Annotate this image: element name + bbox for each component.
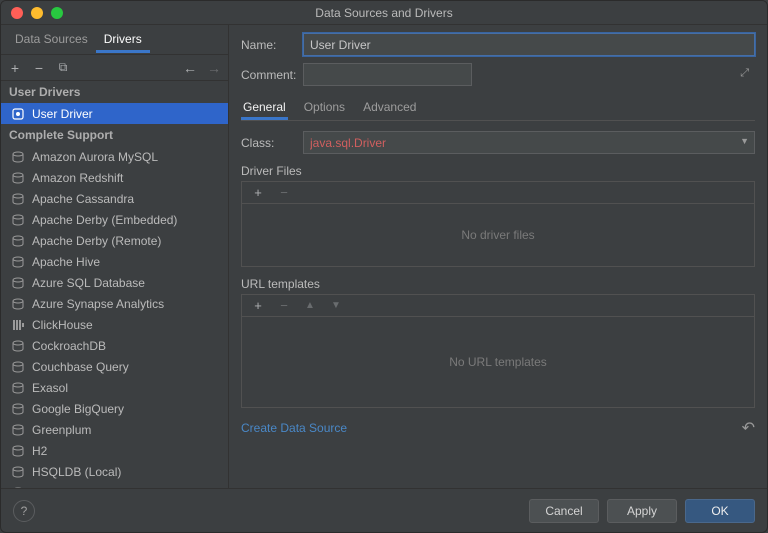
comment-label: Comment: <box>241 68 303 82</box>
ok-button[interactable]: OK <box>685 499 755 523</box>
tab-general[interactable]: General <box>241 95 288 120</box>
sidebar-toolbar: + − ⧉ ← → <box>1 55 228 81</box>
tree-item-label: Azure Synapse Analytics <box>32 297 164 311</box>
class-combo[interactable] <box>303 131 755 154</box>
window-title: Data Sources and Drivers <box>1 6 767 20</box>
tree-item-label: CockroachDB <box>32 339 106 353</box>
tree-item[interactable]: Amazon Aurora MySQL <box>1 146 228 167</box>
tree-item[interactable]: Apache Hive <box>1 251 228 272</box>
tree-item-label: HSQLDB (Local) <box>32 465 121 479</box>
driver-files-empty: No driver files <box>242 204 754 266</box>
revert-icon[interactable]: ↶ <box>742 418 755 438</box>
name-input[interactable] <box>303 33 755 56</box>
remove-template-icon: − <box>276 298 292 313</box>
tree-item[interactable]: Google BigQuery <box>1 398 228 419</box>
tree-item-label: Azure SQL Database <box>32 276 145 290</box>
sidebar-tabs: Data Sources Drivers <box>1 25 228 55</box>
azure-icon <box>11 297 25 311</box>
tree-item-label: Apache Cassandra <box>32 192 134 206</box>
tree-item[interactable]: HSQLDB (Local) <box>1 461 228 482</box>
tree-item[interactable]: Azure SQL Database <box>1 272 228 293</box>
derby-icon <box>11 213 25 227</box>
tab-advanced[interactable]: Advanced <box>361 95 418 120</box>
cassandra-icon <box>11 192 25 206</box>
couchbase-icon <box>11 360 25 374</box>
tree-item-label: H2 <box>32 444 47 458</box>
url-templates-panel: + − ▲ ▼ No URL templates <box>241 294 755 408</box>
tree-item-label: Amazon Redshift <box>32 171 123 185</box>
forward-icon: → <box>206 60 222 76</box>
titlebar: Data Sources and Drivers <box>1 1 767 25</box>
tree-item-label: Apache Derby (Remote) <box>32 234 161 248</box>
tree-item-label: Google BigQuery <box>32 402 124 416</box>
h2-icon <box>11 444 25 458</box>
tree-item[interactable]: CockroachDB <box>1 335 228 356</box>
tree-item[interactable]: Couchbase Query <box>1 356 228 377</box>
tab-data-sources[interactable]: Data Sources <box>7 26 96 53</box>
bigquery-icon <box>11 402 25 416</box>
tree-item[interactable]: Apache Derby (Embedded) <box>1 209 228 230</box>
add-file-icon[interactable]: + <box>250 185 266 200</box>
tree-item-label: Greenplum <box>32 423 91 437</box>
sidebar: Data Sources Drivers + − ⧉ ← → User Driv… <box>1 25 229 488</box>
tree-item[interactable]: Exasol <box>1 377 228 398</box>
tree-item-label: User Driver <box>32 107 93 121</box>
main-panel: Name: Comment: ⤢ General Options Advance… <box>229 25 767 488</box>
hsqldb-icon <box>11 465 25 479</box>
add-template-icon[interactable]: + <box>250 298 266 313</box>
apply-button[interactable]: Apply <box>607 499 677 523</box>
tree-item-label: Apache Derby (Embedded) <box>32 213 177 227</box>
tree-group-header: Complete Support <box>1 124 228 146</box>
tree-item-label: ClickHouse <box>32 318 93 332</box>
driver-tree: User Drivers User Driver Complete Support A… <box>1 81 228 488</box>
hive-icon <box>11 255 25 269</box>
remove-file-icon: − <box>276 185 292 200</box>
add-icon[interactable]: + <box>7 60 23 76</box>
url-templates-empty: No URL templates <box>242 317 754 407</box>
tab-options[interactable]: Options <box>302 95 347 120</box>
class-label: Class: <box>241 136 303 150</box>
tree-item[interactable]: ClickHouse <box>1 314 228 335</box>
footer: ? Cancel Apply OK <box>1 488 767 532</box>
tree-item-label: Apache Hive <box>32 255 100 269</box>
tree-item[interactable]: H2 <box>1 440 228 461</box>
back-icon[interactable]: ← <box>182 60 198 76</box>
tree-item-label: Couchbase Query <box>32 360 129 374</box>
greenplum-icon <box>11 423 25 437</box>
tree-item[interactable]: Greenplum <box>1 419 228 440</box>
move-down-icon: ▼ <box>328 300 344 311</box>
tree-item-label: Amazon Aurora MySQL <box>32 150 158 164</box>
remove-icon[interactable]: − <box>31 60 47 76</box>
move-up-icon: ▲ <box>302 300 318 311</box>
duplicate-icon[interactable]: ⧉ <box>55 60 71 75</box>
aurora-icon <box>11 150 25 164</box>
clickhouse-icon <box>11 318 25 332</box>
tab-drivers[interactable]: Drivers <box>96 26 150 53</box>
tree-group-header: User Drivers <box>1 81 228 103</box>
azure-icon <box>11 276 25 290</box>
driver-files-panel: + − No driver files <box>241 181 755 267</box>
driver-icon <box>11 107 25 121</box>
derby-icon <box>11 234 25 248</box>
create-data-source-link[interactable]: Create Data Source <box>241 421 347 435</box>
tree-item[interactable]: Amazon Redshift <box>1 167 228 188</box>
cancel-button[interactable]: Cancel <box>529 499 599 523</box>
cockroach-icon <box>11 339 25 353</box>
expand-icon[interactable]: ⤢ <box>740 67 749 80</box>
chevron-down-icon[interactable]: ▼ <box>740 136 749 146</box>
name-label: Name: <box>241 38 303 52</box>
redshift-icon <box>11 171 25 185</box>
tree-item[interactable]: Apache Derby (Remote) <box>1 230 228 251</box>
tree-item-label: Exasol <box>32 381 68 395</box>
tree-item[interactable]: Azure Synapse Analytics <box>1 293 228 314</box>
driver-files-title: Driver Files <box>241 164 755 178</box>
comment-input[interactable] <box>303 63 472 86</box>
tree-item[interactable]: User Driver <box>1 103 228 124</box>
main-tabs: General Options Advanced <box>241 95 755 121</box>
tree-item[interactable]: Apache Cassandra <box>1 188 228 209</box>
url-templates-title: URL templates <box>241 277 755 291</box>
exasol-icon <box>11 381 25 395</box>
help-icon[interactable]: ? <box>13 500 35 522</box>
